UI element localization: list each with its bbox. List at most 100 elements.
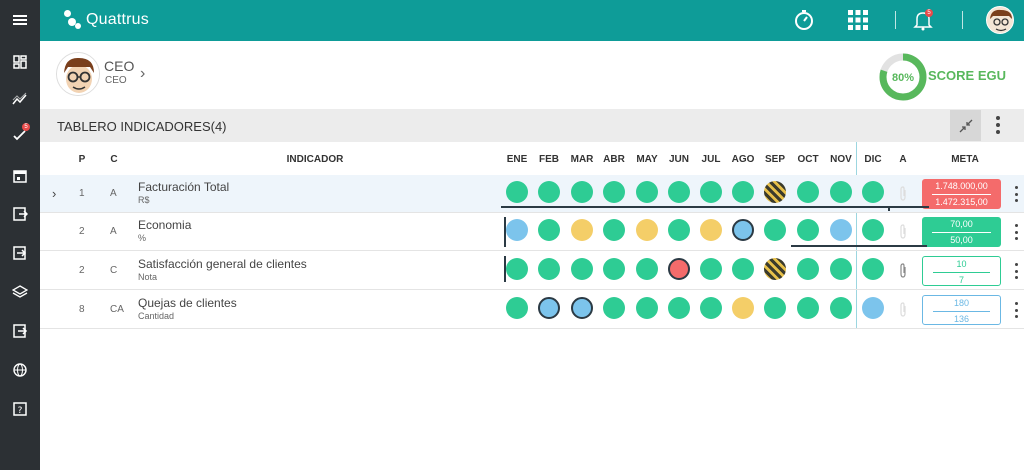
month-status-dot[interactable] <box>538 181 560 203</box>
month-status-dot[interactable] <box>700 219 722 241</box>
indicator-name[interactable]: Economia <box>138 218 191 232</box>
dashboard-icon[interactable] <box>0 44 40 80</box>
layers-icon[interactable] <box>0 274 40 310</box>
month-status-dot[interactable] <box>830 258 852 280</box>
panel-more-options-icon[interactable] <box>990 113 1006 137</box>
month-status-dot[interactable] <box>668 258 690 280</box>
month-status-dot[interactable] <box>797 219 819 241</box>
month-status-dot[interactable] <box>603 258 625 280</box>
meta-box[interactable]: 10 7 <box>922 256 1001 286</box>
tasks-icon[interactable]: 5 <box>0 117 40 153</box>
stopwatch-icon[interactable] <box>791 7 817 33</box>
month-status-dot[interactable] <box>700 181 722 203</box>
month-status-dot[interactable] <box>700 258 722 280</box>
indicator-name[interactable]: Satisfacción general de clientes <box>138 257 307 271</box>
table-row[interactable]: 2 C Satisfacción general de clientes Nota 10… <box>40 252 1024 290</box>
month-status-dot[interactable] <box>797 181 819 203</box>
trend-icon[interactable] <box>0 81 40 117</box>
import-icon[interactable] <box>0 235 40 271</box>
month-status-dot[interactable] <box>862 258 884 280</box>
score-label: SCORE EGU <box>928 68 1007 83</box>
month-status-dot[interactable] <box>506 219 528 241</box>
month-status-dot[interactable] <box>538 258 560 280</box>
col-header-p: P <box>78 154 86 165</box>
month-status-dot[interactable] <box>538 297 560 319</box>
globe-icon[interactable] <box>0 352 40 388</box>
attachment-icon[interactable] <box>898 186 908 202</box>
indicator-name[interactable]: Facturación Total <box>138 180 229 194</box>
month-status-dot[interactable] <box>732 258 754 280</box>
indicator-unit: Nota <box>138 272 158 282</box>
col-header-c: C <box>110 154 118 165</box>
help-icon[interactable]: ? <box>0 391 40 427</box>
attachment-icon[interactable] <box>898 224 908 240</box>
row-p: 1 <box>79 188 85 199</box>
month-status-dot[interactable] <box>862 219 884 241</box>
panel-title: TABLERO INDICADORES(4) <box>57 119 227 134</box>
meta-box[interactable]: 1.748.000,00 1.472.315,00 <box>922 179 1001 209</box>
indicator-unit: R$ <box>138 195 150 205</box>
notifications-bell-icon[interactable]: 5 <box>910 7 936 33</box>
row-more-options-icon[interactable] <box>1012 224 1020 240</box>
month-status-dot[interactable] <box>571 181 593 203</box>
month-status-dot[interactable] <box>571 258 593 280</box>
month-status-dot[interactable] <box>668 297 690 319</box>
month-status-dot[interactable] <box>571 219 593 241</box>
month-status-dot[interactable] <box>603 181 625 203</box>
col-header-month: MAY <box>636 154 658 165</box>
chevron-right-icon[interactable]: › <box>140 65 145 83</box>
month-status-dot[interactable] <box>603 297 625 319</box>
month-status-dot[interactable] <box>506 297 528 319</box>
profile-avatar[interactable] <box>56 52 100 96</box>
month-status-dot[interactable] <box>538 219 560 241</box>
attachment-icon[interactable] <box>898 302 908 318</box>
app-logo[interactable]: Quattrus <box>62 8 149 32</box>
month-status-dot[interactable] <box>764 297 786 319</box>
indicator-name[interactable]: Quejas de clientes <box>138 296 237 310</box>
separator <box>962 11 963 29</box>
user-avatar[interactable] <box>986 6 1014 34</box>
month-status-dot[interactable] <box>571 297 593 319</box>
month-status-dot[interactable] <box>636 181 658 203</box>
month-status-dot[interactable] <box>764 181 786 203</box>
col-header-month: FEB <box>539 154 559 165</box>
month-status-dot[interactable] <box>732 219 754 241</box>
attachment-icon[interactable] <box>898 263 908 279</box>
month-status-dot[interactable] <box>668 181 690 203</box>
month-status-dot[interactable] <box>797 258 819 280</box>
month-status-dot[interactable] <box>506 258 528 280</box>
calendar-icon[interactable] <box>0 158 40 194</box>
month-status-dot[interactable] <box>636 258 658 280</box>
month-status-dot[interactable] <box>764 219 786 241</box>
month-status-dot[interactable] <box>506 181 528 203</box>
table-row[interactable]: 8 CA Quejas de clientes Cantidad 180 136 <box>40 291 1024 329</box>
month-status-dot[interactable] <box>668 219 690 241</box>
month-status-dot[interactable] <box>862 297 884 319</box>
row-more-options-icon[interactable] <box>1012 186 1020 202</box>
month-status-dot[interactable] <box>636 219 658 241</box>
row-more-options-icon[interactable] <box>1012 263 1020 279</box>
month-status-dot[interactable] <box>830 181 852 203</box>
meta-box[interactable]: 70,00 50,00 <box>922 217 1001 247</box>
month-status-dot[interactable] <box>732 181 754 203</box>
month-status-dot[interactable] <box>603 219 625 241</box>
menu-icon[interactable] <box>0 2 40 38</box>
month-status-dot[interactable] <box>636 297 658 319</box>
export-icon[interactable] <box>0 196 40 232</box>
apps-grid-icon[interactable] <box>845 7 871 33</box>
month-status-dot[interactable] <box>700 297 722 319</box>
meta-box[interactable]: 180 136 <box>922 295 1001 325</box>
month-status-dot[interactable] <box>862 181 884 203</box>
expand-chevron-icon[interactable]: › <box>52 186 56 201</box>
collapse-button[interactable] <box>950 110 981 141</box>
indicator-unit: Cantidad <box>138 311 175 321</box>
month-status-dot[interactable] <box>764 258 786 280</box>
col-header-month: DIC <box>864 154 882 165</box>
month-status-dot[interactable] <box>732 297 754 319</box>
login-icon[interactable] <box>0 313 40 349</box>
month-status-dot[interactable] <box>830 297 852 319</box>
month-status-dot[interactable] <box>797 297 819 319</box>
month-status-dot[interactable] <box>830 219 852 241</box>
score-value: 80% <box>892 72 914 84</box>
row-more-options-icon[interactable] <box>1012 302 1020 318</box>
